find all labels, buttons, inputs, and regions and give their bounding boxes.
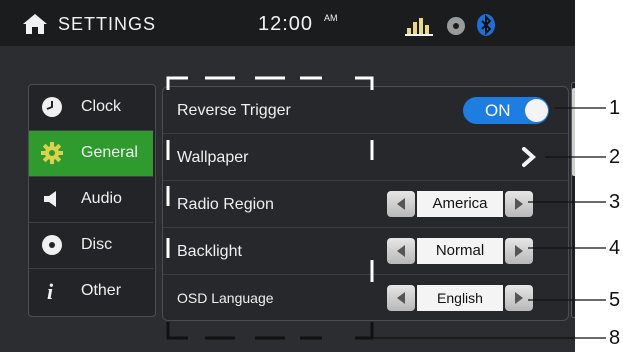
callout-number: 3 xyxy=(609,191,621,213)
callout-number: 5 xyxy=(609,289,621,311)
dashed-callout-frame xyxy=(166,76,606,340)
callout-number: 4 xyxy=(609,237,621,259)
callout-number: 2 xyxy=(609,146,621,168)
callout-number: 8 xyxy=(609,327,621,349)
callout-number: 1 xyxy=(609,97,621,119)
